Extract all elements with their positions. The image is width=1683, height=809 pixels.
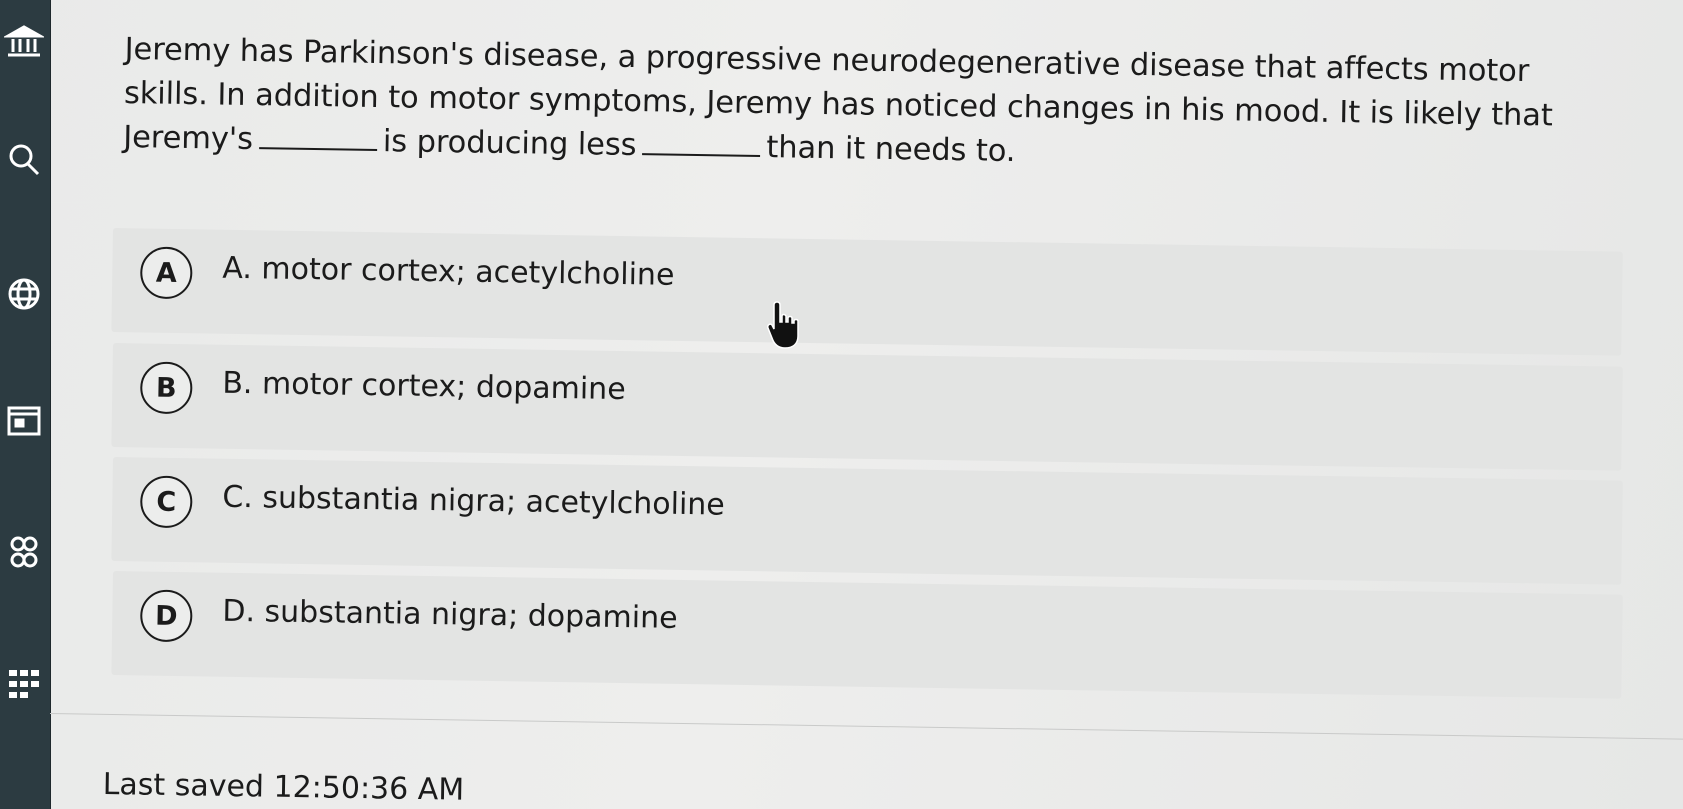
blank-1 bbox=[258, 121, 378, 151]
question-text: Jeremy has Parkinson's disease, a progre… bbox=[123, 28, 1595, 183]
search-icon[interactable] bbox=[2, 138, 46, 182]
option-b-badge[interactable]: B bbox=[139, 361, 193, 415]
globe-icon[interactable] bbox=[2, 272, 46, 316]
hand-cursor-icon bbox=[767, 301, 799, 349]
sidebar bbox=[0, 0, 51, 809]
blank-2 bbox=[642, 127, 761, 157]
bank-icon[interactable] bbox=[2, 20, 46, 64]
option-b-text: B. motor cortex; dopamine bbox=[222, 365, 626, 408]
footer-divider bbox=[49, 713, 1683, 740]
option-b[interactable]: B B. motor cortex; dopamine bbox=[111, 343, 1623, 471]
calendar-icon[interactable] bbox=[2, 398, 46, 442]
option-a[interactable]: A A. motor cortex; acetylcholine bbox=[111, 228, 1623, 356]
last-saved-status: Last saved 12:50:36 AM bbox=[102, 767, 465, 808]
option-a-text: A. motor cortex; acetylcholine bbox=[222, 250, 675, 293]
option-d-badge[interactable]: D bbox=[139, 589, 193, 643]
group-icon[interactable] bbox=[2, 530, 46, 574]
grid-icon[interactable] bbox=[2, 662, 46, 706]
option-c-text: C. substantia nigra; acetylcholine bbox=[222, 479, 726, 523]
option-c[interactable]: C C. substantia nigra; acetylcholine bbox=[111, 457, 1623, 585]
option-d[interactable]: D D. substantia nigra; dopamine bbox=[111, 571, 1623, 699]
question-part-3: than it needs to. bbox=[766, 130, 1016, 169]
option-a-badge[interactable]: A bbox=[139, 246, 193, 300]
question-part-2: is producing less bbox=[382, 124, 637, 164]
option-c-badge[interactable]: C bbox=[139, 475, 193, 529]
option-d-text: D. substantia nigra; dopamine bbox=[222, 593, 678, 636]
